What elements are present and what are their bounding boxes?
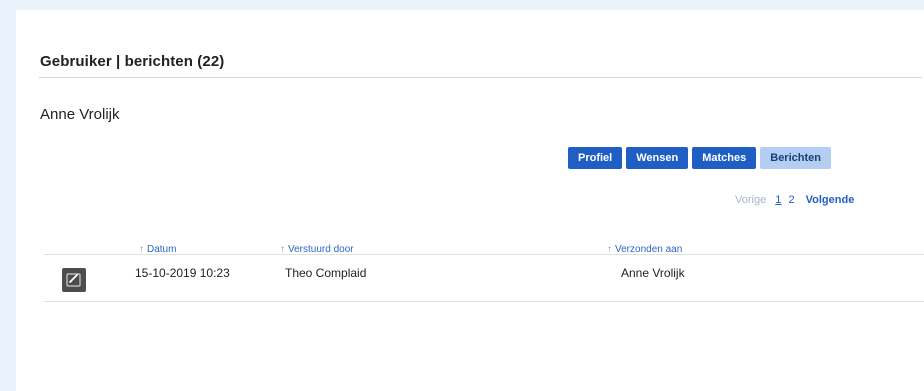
page-background: Gebruiker | berichten (22) Anne Vrolijk … xyxy=(0,0,924,391)
pagination: Vorige 1 2 Volgende xyxy=(735,194,858,206)
content-panel: Gebruiker | berichten (22) Anne Vrolijk … xyxy=(16,10,924,391)
column-header-label: Verstuurd door xyxy=(288,244,354,254)
column-header-label: Verzonden aan xyxy=(615,244,683,254)
cell-sender: Theo Complaid xyxy=(285,266,367,280)
pagination-page-1[interactable]: 1 xyxy=(775,194,781,206)
user-name: Anne Vrolijk xyxy=(40,106,120,123)
pagination-next[interactable]: Volgende xyxy=(806,194,855,206)
sort-arrow-icon: ↑ xyxy=(139,244,144,254)
messages-table: ↑Datum ↑Verstuurd door ↑Verzonden aan xyxy=(44,236,924,302)
sort-arrow-icon: ↑ xyxy=(607,244,612,254)
user-tabs: Profiel Wensen Matches Berichten xyxy=(568,147,831,169)
pagination-page-2[interactable]: 2 xyxy=(788,194,794,206)
column-header-verzonden-aan[interactable]: ↑ Verzonden aan xyxy=(607,244,682,254)
table-row[interactable]: 15-10-2019 10:23 Theo Complaid Anne Vrol… xyxy=(44,254,924,302)
page-title: Gebruiker | berichten (22) xyxy=(40,53,225,70)
pagination-previous: Vorige xyxy=(735,194,767,206)
tab-berichten[interactable]: Berichten xyxy=(760,147,831,169)
message-icon[interactable] xyxy=(62,268,86,292)
column-header-label: Datum xyxy=(147,244,177,254)
cell-recipient: Anne Vrolijk xyxy=(621,266,685,280)
cell-date: 15-10-2019 10:23 xyxy=(135,266,230,280)
column-header-datum[interactable]: ↑ Datum xyxy=(139,244,176,254)
table-header: ↑ Datum ↑ Verstuurd door ↑ Verzonden aan xyxy=(44,236,924,254)
tab-profiel[interactable]: Profiel xyxy=(568,147,623,169)
tab-matches[interactable]: Matches xyxy=(692,147,757,169)
tab-wensen[interactable]: Wensen xyxy=(626,147,689,169)
sort-arrow-icon: ↑ xyxy=(280,244,285,254)
title-divider xyxy=(39,77,922,78)
column-header-verstuurd-door[interactable]: ↑ Verstuurd door xyxy=(280,244,354,254)
